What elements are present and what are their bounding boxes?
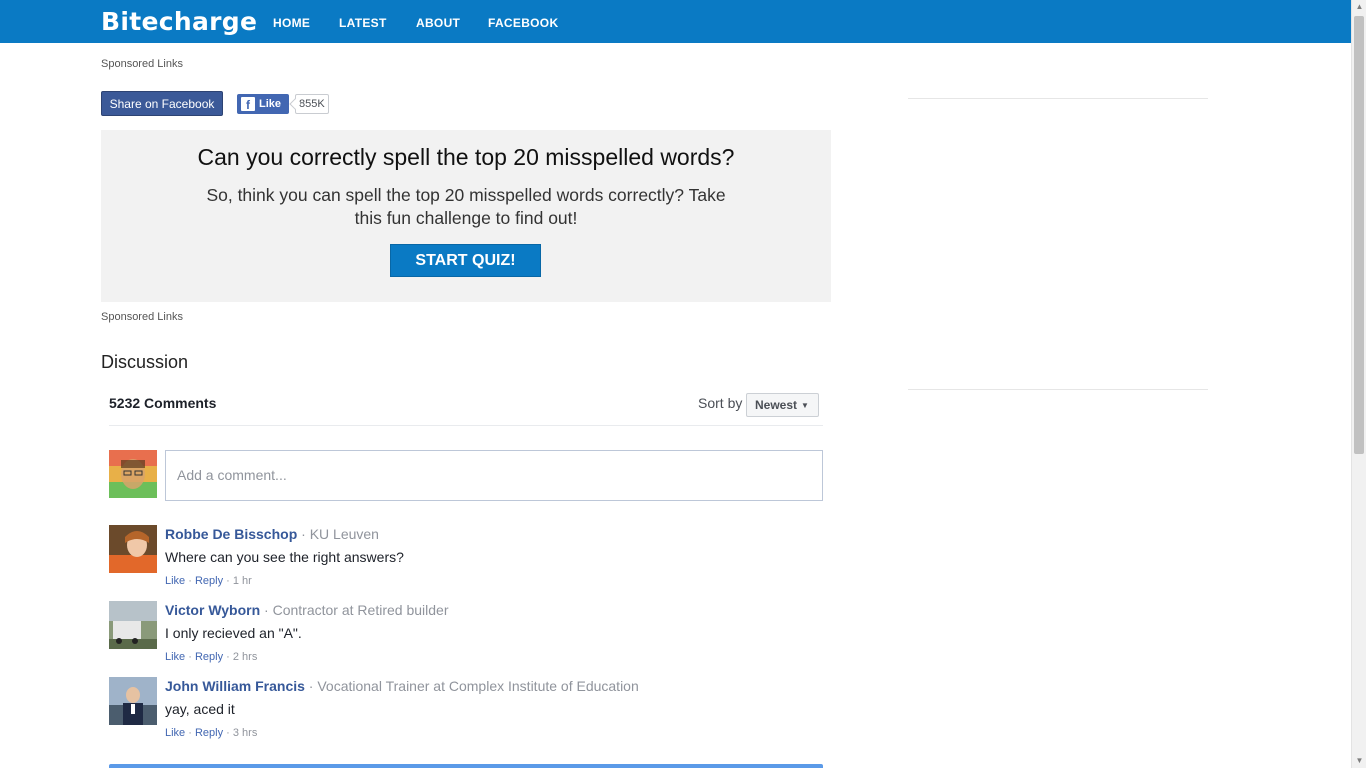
share-on-facebook-button[interactable]: Share on Facebook <box>101 91 223 116</box>
facebook-f-icon: f <box>241 97 255 111</box>
load-more-bar[interactable] <box>109 764 823 768</box>
discussion-divider <box>109 425 823 426</box>
like-link[interactable]: Like <box>165 727 185 739</box>
nav-facebook[interactable]: FACEBOOK <box>488 16 558 30</box>
commenter-name[interactable]: John William Francis <box>165 678 305 694</box>
commenter-affiliation: · Contractor at Retired builder <box>260 602 449 618</box>
sponsored-links-label-bottom: Sponsored Links <box>101 311 183 323</box>
sort-select[interactable]: Newest ▼ <box>746 393 819 417</box>
like-link[interactable]: Like <box>165 575 185 587</box>
comment-time: 2 hrs <box>232 651 258 663</box>
add-comment-input[interactable]: Add a comment... <box>165 450 823 501</box>
comment-item: Victor Wyborn · Contractor at Retired bu… <box>109 601 823 671</box>
scrollbar-thumb[interactable] <box>1354 16 1364 454</box>
nav-home[interactable]: HOME <box>273 16 310 30</box>
nav-latest[interactable]: LATEST <box>339 16 387 30</box>
reply-link[interactable]: Reply <box>195 727 223 739</box>
commenter-affiliation: · KU Leuven <box>297 526 379 542</box>
comment-header: Robbe De Bisschop · KU Leuven <box>165 526 379 542</box>
top-navbar: Bitecharge HOME LATEST ABOUT FACEBOOK <box>0 0 1351 43</box>
comments-count: 5232 Comments <box>109 395 217 411</box>
like-link[interactable]: Like <box>165 651 185 663</box>
comment-item: Robbe De Bisschop · KU Leuven Where can … <box>109 525 823 595</box>
commenter-avatar[interactable] <box>109 601 157 649</box>
facebook-like-button[interactable]: f Like <box>237 94 289 114</box>
reply-link[interactable]: Reply <box>195 651 223 663</box>
comment-time: 1 hr <box>232 575 252 587</box>
commenter-name[interactable]: Victor Wyborn <box>165 602 260 618</box>
comment-text: Where can you see the right answers? <box>165 549 404 565</box>
commenter-avatar[interactable] <box>109 677 157 725</box>
commenter-avatar[interactable] <box>109 525 157 573</box>
nav-about[interactable]: ABOUT <box>416 16 460 30</box>
comment-actions: Like · Reply · 2 hrs <box>165 651 258 663</box>
start-quiz-button[interactable]: START QUIZ! <box>390 244 541 277</box>
like-count-bubble: 855K <box>295 94 329 114</box>
caret-down-icon: ▼ <box>801 400 809 410</box>
page-scrollbar[interactable]: ▲ ▼ <box>1351 0 1366 768</box>
sidebar-bottom-rule <box>908 389 1208 390</box>
sponsored-links-label-top: Sponsored Links <box>101 58 183 70</box>
site-logo[interactable]: Bitecharge <box>101 7 257 36</box>
sidebar-top-rule <box>908 98 1208 99</box>
discussion-heading: Discussion <box>101 352 189 372</box>
scroll-down-arrow-icon[interactable]: ▼ <box>1352 754 1366 768</box>
quiz-card: Can you correctly spell the top 20 missp… <box>101 130 831 302</box>
comment-header: Victor Wyborn · Contractor at Retired bu… <box>165 602 448 618</box>
reply-link[interactable]: Reply <box>195 575 223 587</box>
comment-text: I only recieved an "A". <box>165 625 302 641</box>
comment-text: yay, aced it <box>165 701 235 717</box>
comment-item: John William Francis · Vocational Traine… <box>109 677 823 747</box>
sort-by-label: Sort by <box>698 395 743 411</box>
current-user-avatar <box>109 450 157 498</box>
quiz-description: So, think you can spell the top 20 missp… <box>206 185 726 228</box>
comment-actions: Like · Reply · 1 hr <box>165 575 252 587</box>
like-label: Like <box>259 98 282 110</box>
comment-time: 3 hrs <box>232 727 258 739</box>
sort-select-value: Newest <box>755 398 798 412</box>
quiz-title: Can you correctly spell the top 20 missp… <box>197 144 735 170</box>
comment-actions: Like · Reply · 3 hrs <box>165 727 258 739</box>
commenter-name[interactable]: Robbe De Bisschop <box>165 526 297 542</box>
commenter-affiliation: · Vocational Trainer at Complex Institut… <box>304 678 639 694</box>
comment-header: John William Francis · Vocational Traine… <box>165 678 639 694</box>
scroll-up-arrow-icon[interactable]: ▲ <box>1352 0 1366 14</box>
